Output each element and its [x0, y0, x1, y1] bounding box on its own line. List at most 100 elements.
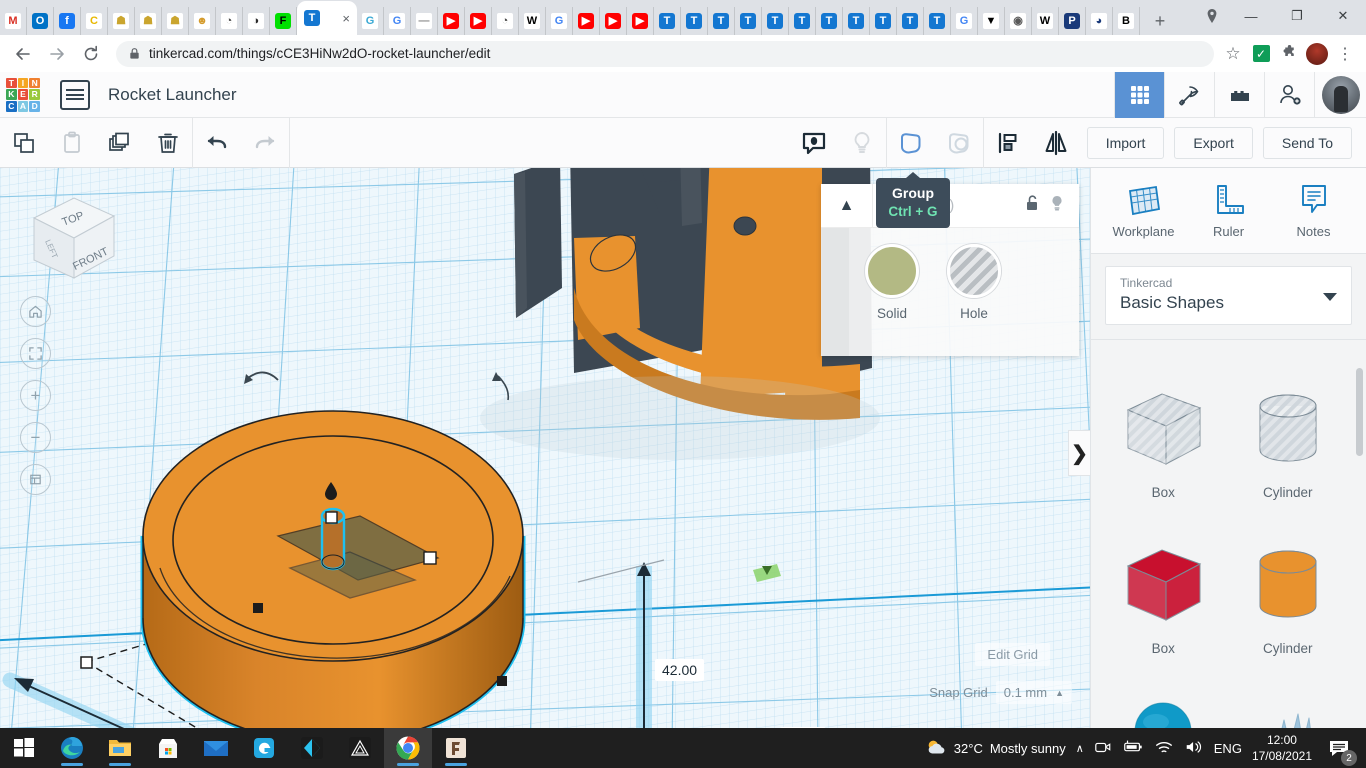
shape-scribble-blue[interactable] — [1226, 684, 1351, 728]
facebook-tab[interactable]: f — [54, 7, 81, 35]
snap-grid-select[interactable]: 0.1 mm ▲ — [996, 681, 1072, 704]
grammarly-tab[interactable]: G — [357, 7, 384, 35]
tinkercad-tab-5[interactable]: T — [762, 7, 789, 35]
new-tab-button[interactable]: + — [1146, 7, 1174, 35]
tinkercad-tab-10[interactable]: T — [897, 7, 924, 35]
copy-button[interactable] — [0, 118, 48, 168]
mail-app[interactable] — [192, 728, 240, 768]
chromium-tab[interactable]: ◉ — [1005, 7, 1032, 35]
grid-gallery-icon[interactable] — [1114, 72, 1164, 118]
light-bulb-icon[interactable] — [838, 118, 886, 168]
microsoft-store-app[interactable] — [144, 728, 192, 768]
tinkercad-tab-11[interactable]: T — [924, 7, 951, 35]
bot-tab-1[interactable]: ☗ — [108, 7, 135, 35]
globe-tab-1[interactable]: ◔ — [216, 7, 243, 35]
bulb-icon[interactable] — [1047, 193, 1067, 218]
fit-all-icon[interactable] — [20, 338, 51, 369]
google-tab-2[interactable]: G — [546, 7, 573, 35]
duplicate-button[interactable] — [96, 118, 144, 168]
wikipedia-tab-2[interactable]: W — [1032, 7, 1059, 35]
group-button[interactable] — [887, 118, 935, 168]
bbc-tab[interactable]: B — [1113, 7, 1140, 35]
battery-icon[interactable] — [1122, 738, 1144, 759]
shape-sphere-blue[interactable] — [1101, 684, 1226, 728]
import-button[interactable]: Import — [1087, 127, 1165, 159]
clock[interactable]: 12:00 17/08/2021 — [1252, 732, 1312, 764]
undo-button[interactable] — [193, 118, 241, 168]
weather-widget[interactable]: 32°C Mostly sunny — [925, 737, 1066, 759]
export-button[interactable]: Export — [1174, 127, 1252, 159]
globe-tab-2[interactable]: ◔ — [492, 7, 519, 35]
home-view-icon[interactable] — [20, 296, 51, 327]
popup-collapse-icon[interactable]: ▲ — [821, 184, 873, 228]
bookmark-star-icon[interactable]: ☆ — [1220, 41, 1246, 67]
tinkercad-tab-2[interactable]: T — [681, 7, 708, 35]
shape-library-select[interactable]: Tinkercad Basic Shapes — [1105, 266, 1352, 325]
p21-tab[interactable]: P — [1059, 7, 1086, 35]
creality-app[interactable] — [240, 728, 288, 768]
close-window-button[interactable]: ✕ — [1320, 0, 1366, 32]
fusion-tab[interactable]: F — [270, 7, 297, 35]
profile-pin-icon[interactable] — [1196, 0, 1228, 32]
youtube-tab-1[interactable]: ▶ — [438, 7, 465, 35]
close-tab-icon[interactable]: × — [342, 12, 350, 25]
edit-grid-button[interactable]: Edit Grid — [975, 643, 1050, 666]
c-tab[interactable]: C — [81, 7, 108, 35]
invite-person-icon[interactable] — [1264, 72, 1314, 118]
volume-icon[interactable] — [1184, 738, 1204, 759]
collapse-panel-button[interactable]: ❯ — [1068, 430, 1090, 476]
outlook-tab[interactable]: O — [27, 7, 54, 35]
delete-button[interactable] — [144, 118, 192, 168]
redo-button[interactable] — [241, 118, 289, 168]
tinkercad-tab-6[interactable]: T — [789, 7, 816, 35]
bot-tab-2[interactable]: ☗ — [135, 7, 162, 35]
twitter-tab[interactable]: ◕ — [1086, 7, 1113, 35]
maximize-button[interactable]: ❐ — [1274, 0, 1320, 32]
solid-swatch[interactable] — [865, 244, 919, 298]
ruler-tool[interactable]: Ruler — [1189, 182, 1269, 239]
send-to-button[interactable]: Send To — [1263, 127, 1352, 159]
zoom-in-icon[interactable]: + — [20, 380, 51, 411]
back-icon[interactable] — [8, 39, 38, 69]
paste-button[interactable] — [48, 118, 96, 168]
note-icon[interactable] — [790, 118, 838, 168]
google-tab-1[interactable]: G — [384, 7, 411, 35]
person-tab[interactable]: ☻ — [189, 7, 216, 35]
language-indicator[interactable]: ENG — [1214, 741, 1242, 756]
tinkercad-logo[interactable]: TINKERCAD — [0, 72, 46, 118]
shape-cylinder-hole[interactable]: Cylinder — [1226, 372, 1351, 524]
file-explorer-app[interactable] — [96, 728, 144, 768]
camera-icon[interactable] — [1094, 738, 1112, 759]
mirror-icon[interactable] — [1032, 118, 1080, 168]
user-avatar[interactable] — [1314, 72, 1366, 118]
zoom-out-icon[interactable]: − — [20, 422, 51, 453]
notifications-button[interactable]: 2 — [1322, 731, 1356, 765]
shape-box-red[interactable]: Box — [1101, 528, 1226, 680]
pickaxe-icon[interactable] — [1164, 72, 1214, 118]
wikipedia-tab-1[interactable]: W — [519, 7, 546, 35]
youtube-tab-5[interactable]: ▶ — [627, 7, 654, 35]
chrome-app[interactable] — [384, 728, 432, 768]
height-dimension-label[interactable]: 42.00 — [655, 659, 704, 681]
start-button[interactable] — [0, 728, 48, 768]
solid-option[interactable]: Solid — [865, 244, 919, 321]
shape-box-hole[interactable]: Box — [1101, 372, 1226, 524]
edge-app[interactable] — [48, 728, 96, 768]
youtube-tab-4[interactable]: ▶ — [600, 7, 627, 35]
youtube-tab-3[interactable]: ▶ — [573, 7, 600, 35]
reload-icon[interactable] — [76, 39, 106, 69]
blocks-icon[interactable] — [1214, 72, 1264, 118]
autodesk-app[interactable] — [336, 728, 384, 768]
moon-tab[interactable]: ◑ — [243, 7, 270, 35]
dash-tab[interactable]: — — [411, 7, 438, 35]
wifi-icon[interactable] — [1154, 738, 1174, 759]
prusa-app[interactable] — [288, 728, 336, 768]
youtube-tab-2[interactable]: ▶ — [465, 7, 492, 35]
google-tab-3[interactable]: G — [951, 7, 978, 35]
project-menu-icon[interactable] — [60, 80, 90, 110]
vercel-tab[interactable]: ▼ — [978, 7, 1005, 35]
minimize-button[interactable]: — — [1228, 0, 1274, 32]
unlock-icon[interactable] — [1023, 193, 1043, 218]
ungroup-button[interactable] — [935, 118, 983, 168]
checkmark-extension-icon[interactable]: ✓ — [1248, 41, 1274, 67]
